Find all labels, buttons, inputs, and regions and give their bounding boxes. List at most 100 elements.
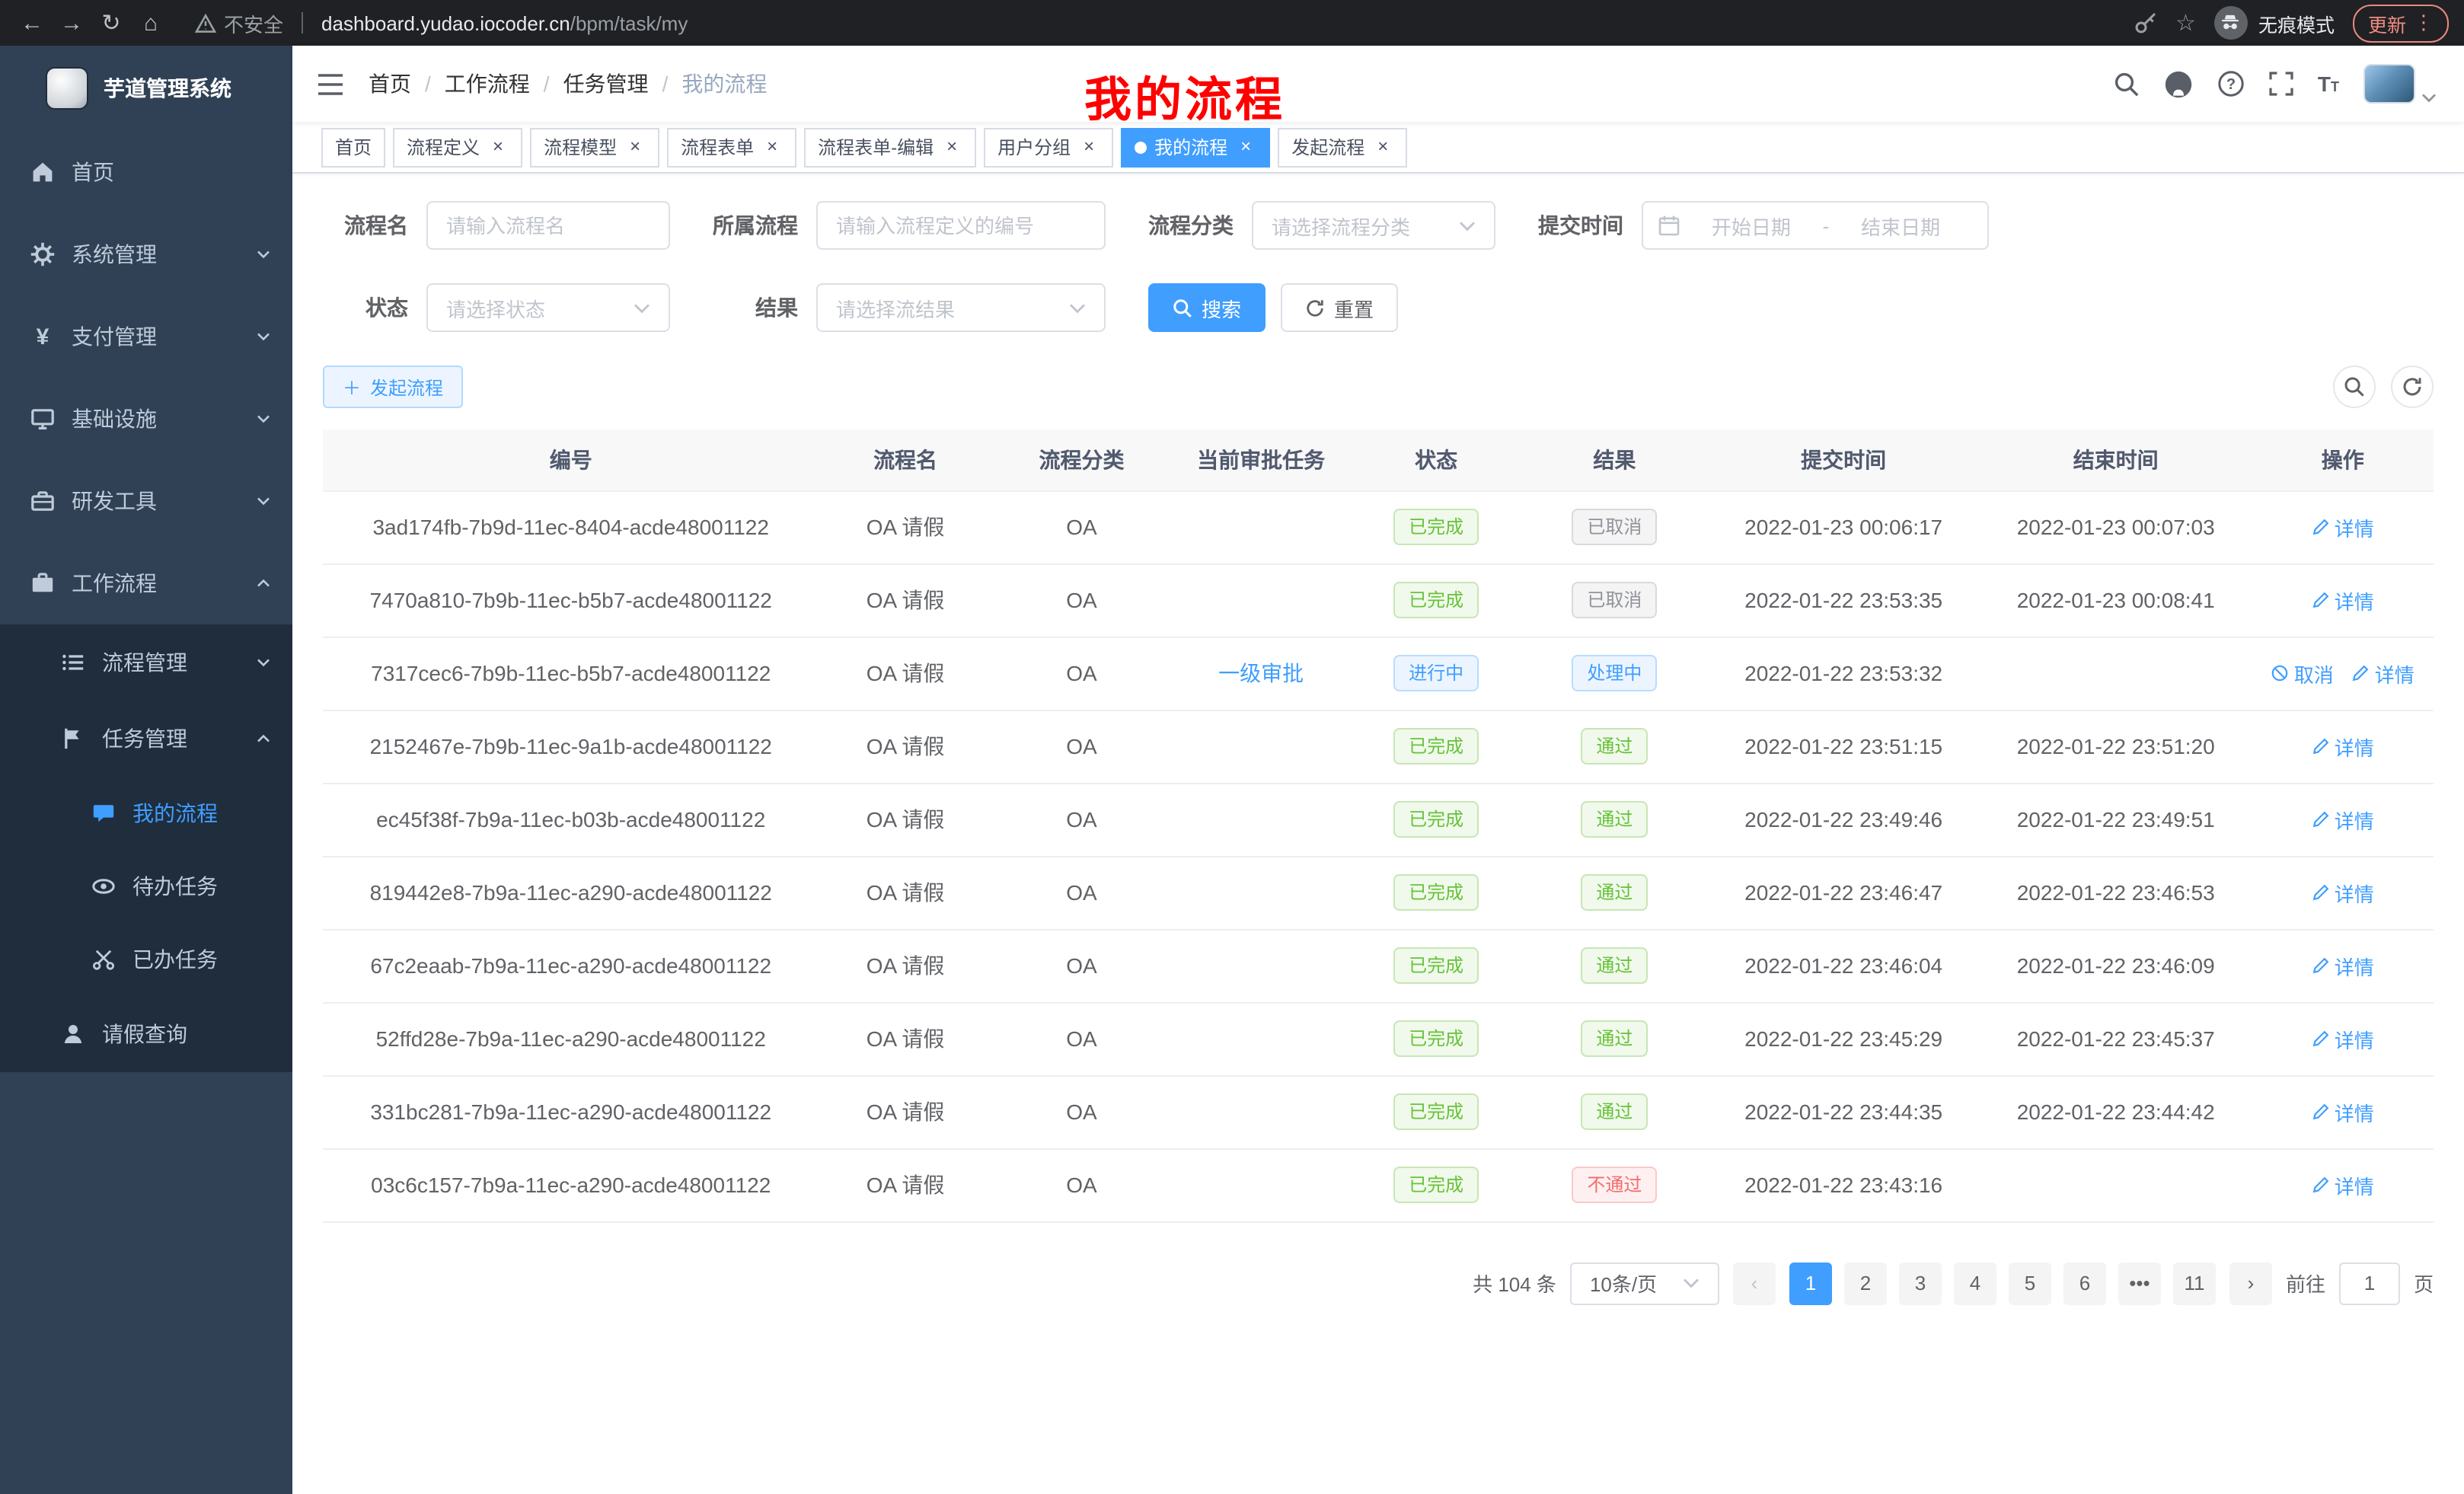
sidebar-item-payment[interactable]: ¥ 支付管理 xyxy=(0,295,292,378)
page-button-5[interactable]: 5 xyxy=(2009,1262,2051,1304)
fullscreen-icon[interactable] xyxy=(2269,72,2293,96)
sidebar-item-todo-tasks[interactable]: 待办任务 xyxy=(0,850,292,923)
tab-chip[interactable]: 发起流程× xyxy=(1278,127,1407,167)
status-tag: 已完成 xyxy=(1393,874,1479,911)
tab-chip[interactable]: 流程模型× xyxy=(530,127,659,167)
reload-icon[interactable]: ↻ xyxy=(94,6,128,40)
detail-action-link[interactable]: 详情 xyxy=(2312,586,2374,615)
sidebar-item-done-tasks[interactable]: 已办任务 xyxy=(0,923,292,996)
tab-close-icon[interactable]: × xyxy=(1372,136,1393,158)
status-select[interactable]: 请选择状态 xyxy=(426,283,670,332)
next-page-button[interactable]: › xyxy=(2229,1262,2272,1304)
process-definition-input[interactable] xyxy=(816,201,1106,250)
home-icon[interactable]: ⌂ xyxy=(134,6,168,40)
page-ellipsis[interactable]: ••• xyxy=(2118,1262,2161,1304)
refresh-table-button[interactable] xyxy=(2391,366,2434,408)
password-key-icon[interactable] xyxy=(2133,11,2157,35)
tab-close-icon[interactable]: × xyxy=(487,136,509,158)
category-select[interactable]: 请选择流程分类 xyxy=(1252,201,1495,250)
tab-chip[interactable]: 首页 xyxy=(321,127,385,167)
cell-current-task xyxy=(1171,856,1351,929)
result-select[interactable]: 请选择流结果 xyxy=(816,283,1106,332)
logo[interactable]: 芋道管理系统 xyxy=(0,46,292,131)
forward-icon[interactable]: → xyxy=(55,6,88,40)
menu-dots-icon[interactable]: ⋮ xyxy=(2414,11,2434,35)
tab-close-icon[interactable]: × xyxy=(761,136,783,158)
search-button[interactable]: 搜索 xyxy=(1148,283,1266,332)
user-icon xyxy=(61,1022,85,1046)
sidebar-item-process-management[interactable]: 流程管理 xyxy=(0,624,292,701)
create-process-button[interactable]: ＋ 发起流程 xyxy=(323,366,463,408)
reset-button[interactable]: 重置 xyxy=(1281,283,1398,332)
tab-close-icon[interactable]: × xyxy=(1235,136,1256,158)
sidebar-item-home[interactable]: 首页 xyxy=(0,131,292,213)
detail-action-link[interactable]: 详情 xyxy=(2312,732,2374,761)
eye-icon xyxy=(91,874,116,899)
current-task-link[interactable]: 一级审批 xyxy=(1218,661,1304,685)
sidebar-item-dev-tools[interactable]: 研发工具 xyxy=(0,460,292,542)
page-button-11[interactable]: 11 xyxy=(2173,1262,2216,1304)
detail-action-link[interactable]: 详情 xyxy=(2312,805,2374,834)
page-size-value: 10条/页 xyxy=(1590,1269,1657,1298)
page-size-select[interactable]: 10条/页 xyxy=(1570,1262,1719,1304)
sidebar-item-workflow[interactable]: 工作流程 xyxy=(0,542,292,624)
page-button-4[interactable]: 4 xyxy=(1954,1262,1996,1304)
detail-action-link[interactable]: 详情 xyxy=(2312,951,2374,980)
github-icon[interactable] xyxy=(2164,69,2193,98)
page-button-1[interactable]: 1 xyxy=(1789,1262,1832,1304)
tab-chip[interactable]: 流程表单-编辑× xyxy=(804,127,976,167)
update-button[interactable]: 更新 ⋮ xyxy=(2353,4,2449,42)
user-menu[interactable] xyxy=(2363,64,2437,104)
chevron-down-icon xyxy=(256,329,271,344)
edit-icon xyxy=(2312,518,2330,536)
refresh-icon xyxy=(2402,376,2423,397)
filter-process-definition: 所属流程 xyxy=(713,201,1106,250)
detail-action-link[interactable]: 详情 xyxy=(2352,659,2415,688)
sidebar-item-my-process[interactable]: 我的流程 xyxy=(0,777,292,850)
prev-page-button[interactable]: ‹ xyxy=(1733,1262,1776,1304)
cell-submit-time: 2022-01-23 00:06:17 xyxy=(1707,490,1980,563)
bookmark-star-icon[interactable]: ☆ xyxy=(2175,9,2196,37)
sidebar-item-system[interactable]: 系统管理 xyxy=(0,213,292,295)
status-tag: 已完成 xyxy=(1393,801,1479,838)
detail-action-link[interactable]: 详情 xyxy=(2312,512,2374,541)
tab-chip[interactable]: 流程表单× xyxy=(667,127,796,167)
tab-chip[interactable]: 用户分组× xyxy=(984,127,1113,167)
font-size-icon[interactable]: TT xyxy=(2318,73,2339,94)
process-name-input[interactable] xyxy=(426,201,670,250)
help-icon[interactable]: ? xyxy=(2217,70,2245,97)
breadcrumb-item[interactable]: 任务管理 xyxy=(563,69,649,99)
tab-close-icon[interactable]: × xyxy=(624,136,646,158)
detail-action-link[interactable]: 详情 xyxy=(2312,1170,2374,1199)
security-indicator[interactable]: 不安全 xyxy=(195,8,283,37)
page-button-6[interactable]: 6 xyxy=(2063,1262,2106,1304)
address-bar[interactable]: dashboard.yudao.iocoder.cn/bpm/task/my xyxy=(321,11,688,34)
detail-action-link[interactable]: 详情 xyxy=(2312,878,2374,907)
cancel-action-link[interactable]: 取消 xyxy=(2271,659,2334,688)
detail-action-link[interactable]: 详情 xyxy=(2312,1097,2374,1126)
tab-chip[interactable]: 流程定义× xyxy=(393,127,522,167)
column-header: 结果 xyxy=(1521,429,1707,490)
tab-close-icon[interactable]: × xyxy=(1078,136,1100,158)
detail-action-link[interactable]: 详情 xyxy=(2312,1024,2374,1053)
submit-time-range-picker[interactable]: 开始日期 - 结束日期 xyxy=(1642,201,1989,250)
search-icon[interactable] xyxy=(2114,71,2140,97)
breadcrumb-item[interactable]: 工作流程 xyxy=(445,69,530,99)
back-icon[interactable]: ← xyxy=(15,6,49,40)
toggle-search-button[interactable] xyxy=(2333,366,2376,408)
sidebar-item-infrastructure[interactable]: 基础设施 xyxy=(0,378,292,460)
sidebar-toggle-icon[interactable] xyxy=(292,72,369,95)
sidebar-item-task-management[interactable]: 任务管理 xyxy=(0,701,292,777)
cell-result: 通过 xyxy=(1521,1002,1707,1075)
sidebar-item-leave-query[interactable]: 请假查询 xyxy=(0,996,292,1072)
cell-current-task: 一级审批 xyxy=(1171,637,1351,710)
sidebar-item-label: 支付管理 xyxy=(72,321,157,352)
breadcrumb-item[interactable]: 首页 xyxy=(369,69,411,99)
tab-chip[interactable]: 我的流程 × xyxy=(1121,127,1270,167)
page-button-2[interactable]: 2 xyxy=(1844,1262,1887,1304)
goto-page-input[interactable] xyxy=(2339,1262,2400,1304)
tab-label: 我的流程 xyxy=(1154,134,1227,160)
page-button-3[interactable]: 3 xyxy=(1899,1262,1942,1304)
tab-close-icon[interactable]: × xyxy=(941,136,962,158)
column-header: 流程名 xyxy=(819,429,991,490)
